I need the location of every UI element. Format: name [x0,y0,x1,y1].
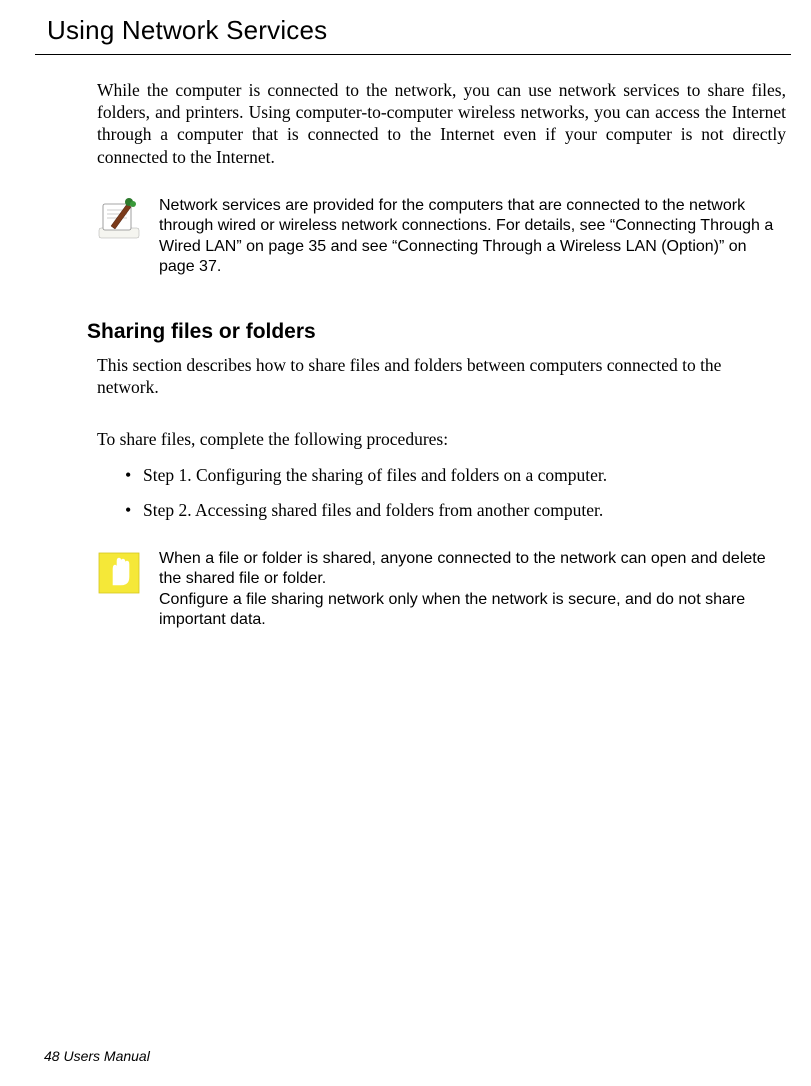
section-intro: This section describes how to share file… [97,354,786,398]
caution-line-1: When a file or folder is shared, anyone … [159,550,766,587]
section-heading: Sharing files or folders [87,320,786,344]
procedures-lead: To share files, complete the following p… [97,428,786,450]
note-block: Network services are provided for the co… [97,196,786,278]
procedure-steps: Step 1. Configuring the sharing of files… [125,464,786,520]
page-footer: 48 Users Manual [44,1048,150,1064]
list-item: Step 1. Configuring the sharing of files… [125,464,786,486]
note-pen-icon [97,198,141,242]
caution-block: When a file or folder is shared, anyone … [97,549,786,631]
intro-paragraph: While the computer is connected to the n… [97,79,786,168]
caution-line-2: Configure a file sharing network only wh… [159,591,745,628]
caution-text: When a file or folder is shared, anyone … [159,549,786,631]
caution-hand-icon [97,551,141,595]
note-text: Network services are provided for the co… [159,196,786,278]
page-title: Using Network Services [47,15,786,46]
list-item: Step 2. Accessing shared files and folde… [125,499,786,521]
title-divider [35,54,791,55]
content-area: While the computer is connected to the n… [97,79,786,631]
